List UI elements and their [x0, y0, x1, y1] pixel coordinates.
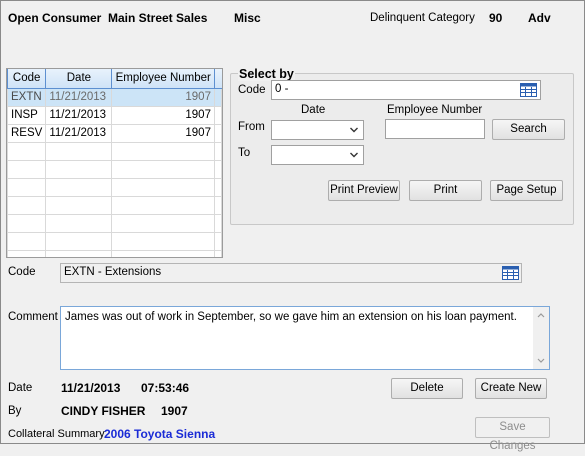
column-header-date[interactable]: Date	[45, 69, 113, 89]
to-date-dropdown[interactable]	[271, 145, 364, 165]
empty-row	[7, 141, 222, 161]
employee-number-header-label: Employee Number	[387, 104, 483, 116]
create-new-button[interactable]: Create New	[475, 378, 547, 399]
by-name: CINDY FISHER	[61, 404, 146, 418]
cell-date: 11/21/2013	[45, 123, 113, 143]
empty-row	[7, 159, 222, 179]
employee-number-input[interactable]	[385, 119, 485, 139]
adv-indicator: Adv	[528, 11, 551, 25]
save-changes-button[interactable]: Save Changes	[475, 417, 550, 452]
consumer-activity-window: Open Consumer Main Street Sales Misc Del…	[0, 0, 585, 452]
by-label: By	[8, 405, 22, 417]
print-button[interactable]: Print	[409, 180, 482, 201]
cell-code: EXTN	[7, 87, 47, 107]
comment-textarea[interactable]: James was out of work in September, so w…	[60, 306, 550, 370]
delinquent-category-value: 90	[489, 11, 503, 25]
from-label: From	[238, 121, 265, 133]
table-row[interactable]: INSP 11/21/2013 1907	[7, 105, 222, 125]
select-code-value: 0 -	[275, 83, 289, 95]
column-header-code[interactable]: Code	[7, 69, 47, 89]
table-lookup-icon[interactable]	[502, 266, 519, 280]
empty-row	[7, 195, 222, 215]
from-date-dropdown[interactable]	[271, 120, 364, 140]
cell-code: INSP	[7, 105, 47, 125]
cell-filler	[213, 87, 222, 107]
cell-code: RESV	[7, 123, 47, 143]
empty-row	[7, 249, 222, 257]
table-row[interactable]: RESV 11/21/2013 1907	[7, 123, 222, 143]
cell-date: 11/21/2013	[45, 87, 113, 107]
table-row[interactable]: EXTN 11/21/2013 1907	[7, 87, 222, 107]
delete-button[interactable]: Delete	[391, 378, 463, 399]
grid-header-row: Code Date Employee Number	[7, 69, 222, 89]
column-header-employee-number[interactable]: Employee Number	[111, 69, 215, 89]
cell-filler	[213, 105, 222, 125]
cell-filler	[213, 123, 222, 143]
cell-employee: 1907	[111, 105, 215, 125]
account-type: Misc	[234, 11, 261, 25]
select-code-input[interactable]: 0 -	[271, 80, 541, 100]
search-button[interactable]: Search	[492, 119, 565, 140]
activity-grid[interactable]: Code Date Employee Number EXTN 11/21/201…	[6, 68, 223, 258]
delinquent-category-label: Delinquent Category	[370, 12, 475, 24]
date-header-label: Date	[301, 104, 326, 116]
empty-row	[7, 231, 222, 251]
comment-scrollbar[interactable]	[533, 307, 549, 369]
page-setup-button[interactable]: Page Setup	[490, 180, 563, 201]
chevron-down-icon	[350, 152, 358, 158]
collateral-summary-label: Collateral Summary	[8, 428, 105, 440]
column-header-filler	[213, 69, 222, 89]
dealer-name: Main Street Sales	[108, 11, 208, 25]
detail-code-label: Code	[8, 266, 36, 278]
cell-date: 11/21/2013	[45, 105, 113, 125]
scroll-up-icon[interactable]	[537, 312, 545, 318]
select-code-label: Code	[238, 84, 266, 96]
to-label: To	[238, 147, 251, 159]
account-status: Open Consumer	[8, 11, 102, 25]
by-employee-number: 1907	[161, 404, 188, 418]
empty-row	[7, 177, 222, 197]
date-label: Date	[8, 382, 33, 394]
chevron-down-icon	[350, 127, 358, 133]
select-by-title: Select by	[238, 67, 295, 81]
cell-employee: 1907	[111, 123, 215, 143]
empty-row	[7, 213, 222, 233]
detail-code-field[interactable]: EXTN - Extensions	[60, 263, 522, 283]
date-value: 11/21/2013	[61, 381, 121, 395]
scroll-down-icon[interactable]	[537, 358, 545, 364]
collateral-summary-link[interactable]: 2006 Toyota Sienna	[104, 427, 215, 441]
detail-code-value: EXTN - Extensions	[64, 266, 162, 278]
print-preview-button[interactable]: Print Preview	[328, 180, 400, 201]
cell-employee: 1907	[111, 87, 215, 107]
comment-label: Comment	[8, 311, 58, 323]
comment-text: James was out of work in September, so w…	[65, 311, 517, 323]
table-lookup-icon[interactable]	[520, 83, 537, 97]
time-value: 07:53:46	[141, 381, 190, 395]
